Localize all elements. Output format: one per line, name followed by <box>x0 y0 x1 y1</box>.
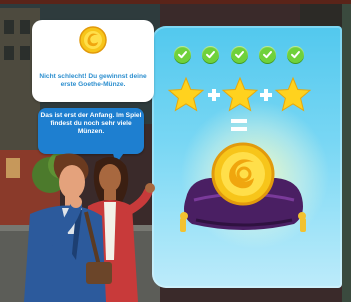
plus-icon <box>208 89 220 101</box>
characters <box>24 153 155 302</box>
goethe-coin-on-pillow-icon <box>180 142 306 232</box>
check-icon <box>230 46 248 63</box>
stars-equation <box>167 76 312 112</box>
equals-icon <box>231 119 247 131</box>
check-icon <box>202 46 220 63</box>
top-border <box>0 0 351 4</box>
star-icon <box>167 76 205 112</box>
speech-bubble-top-text: Nicht schlecht! Du gewinnst deine erste … <box>39 73 147 88</box>
game-scene: Nicht schlecht! Du gewinnst deine erste … <box>0 0 351 302</box>
speech-bubble-bottom-text: Das ist erst der Anfang. Im Spiel findes… <box>40 112 142 135</box>
goethe-coin-icon <box>79 26 107 54</box>
plus-icon <box>260 89 272 101</box>
star-icon <box>221 76 259 112</box>
check-icon <box>287 46 304 63</box>
check-icon <box>258 46 276 63</box>
star-icon <box>274 76 312 112</box>
check-icon <box>174 46 191 63</box>
progress-checks <box>174 46 304 66</box>
